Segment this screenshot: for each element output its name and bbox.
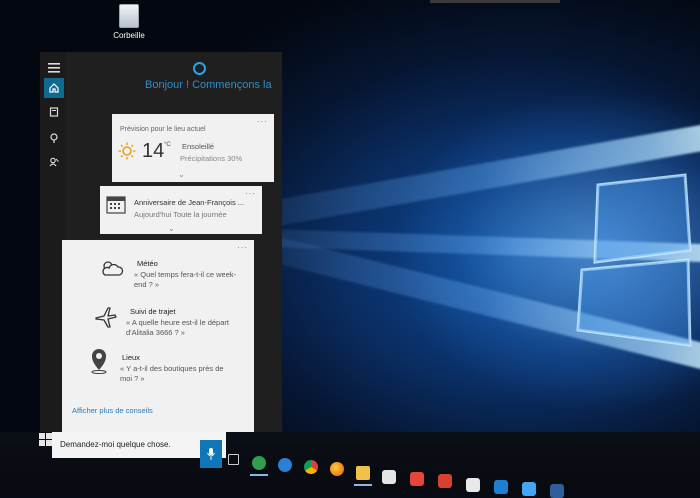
more-options-icon[interactable]: ··· [245, 189, 256, 198]
tip-title: Suivi de trajet [130, 307, 176, 316]
cortana-ring-icon [193, 62, 206, 75]
tip-item[interactable]: Lieux « Y a-t-il des boutiques près de m… [62, 348, 252, 392]
tip-text: « Quel temps fera-t-il ce week-end ? » [134, 270, 237, 289]
feedback-icon[interactable] [44, 152, 64, 172]
tip-item[interactable]: Suivi de trajet « A quelle heure est-il … [62, 302, 252, 346]
weather-condition: Ensoleillé [182, 142, 215, 151]
app-icon[interactable] [550, 484, 564, 498]
calendar-event-time: Aujourd'hui Toute la journée [134, 210, 227, 219]
weather-card[interactable]: Prévision pour le lieu actuel ··· 14 °C … [112, 114, 274, 182]
cortana-taskbar-icon[interactable] [252, 456, 266, 470]
microphone-icon[interactable] [200, 440, 222, 468]
task-view-icon[interactable] [228, 454, 239, 465]
weather-cloud-icon [102, 261, 124, 276]
tip-text: « A quelle heure est-il le départ d'Alit… [126, 318, 229, 337]
tip-item[interactable]: Météo « Quel temps fera-t-il ce week-end… [62, 254, 252, 298]
tips-card: ··· Météo « Quel temps fera-t-il ce week… [62, 240, 254, 432]
store-icon[interactable] [382, 470, 396, 484]
expand-chevron-icon[interactable]: ⌄ [168, 224, 175, 233]
app-icon[interactable] [494, 480, 508, 494]
location-pin-icon [91, 349, 107, 374]
calendar-event-title: Anniversaire de Jean-François ... [134, 198, 245, 207]
calendar-card[interactable]: ··· Anniversaire de Jean-François ... Au… [100, 186, 262, 234]
more-options-icon[interactable]: ··· [257, 117, 268, 126]
search-placeholder: Demandez-moi quelque chose. [60, 440, 171, 449]
running-indicator [250, 474, 268, 476]
recycle-bin-desktop-icon[interactable]: Corbeille [107, 4, 151, 40]
home-icon[interactable] [44, 78, 64, 98]
tip-title: Lieux [122, 353, 140, 362]
more-options-icon[interactable]: ··· [237, 243, 248, 252]
tip-title: Météo [137, 259, 158, 268]
sun-icon [118, 142, 136, 160]
app-icon[interactable] [438, 474, 452, 488]
chrome-browser-icon[interactable] [304, 460, 318, 474]
notebook-icon[interactable] [44, 102, 64, 122]
more-tips-link[interactable]: Afficher plus de conseils [72, 406, 153, 415]
file-explorer-icon[interactable] [356, 466, 370, 480]
edge-browser-icon[interactable] [278, 458, 292, 472]
mail-icon[interactable] [466, 478, 480, 492]
app-icon[interactable] [410, 472, 424, 486]
expand-chevron-icon[interactable]: ⌄ [178, 170, 185, 179]
tip-text: « Y a-t-il des boutiques près de moi ? » [120, 364, 224, 383]
weather-unit: °C [164, 142, 171, 148]
lightbulb-icon[interactable] [44, 128, 64, 148]
calendar-icon [106, 196, 126, 214]
firefox-browser-icon[interactable] [330, 462, 344, 476]
running-indicator [354, 484, 372, 486]
recycle-bin-icon [119, 4, 139, 28]
hamburger-menu-icon[interactable] [44, 58, 64, 78]
airplane-icon [95, 307, 117, 328]
weather-card-header: Prévision pour le lieu actuel [120, 126, 206, 133]
weather-precipitation: Précipitations 30% [180, 154, 243, 163]
recycle-bin-label: Corbeille [113, 31, 145, 40]
cortana-greeting: Bonjour ! Commençons la [145, 79, 272, 91]
weather-temperature: 14 [142, 140, 165, 162]
